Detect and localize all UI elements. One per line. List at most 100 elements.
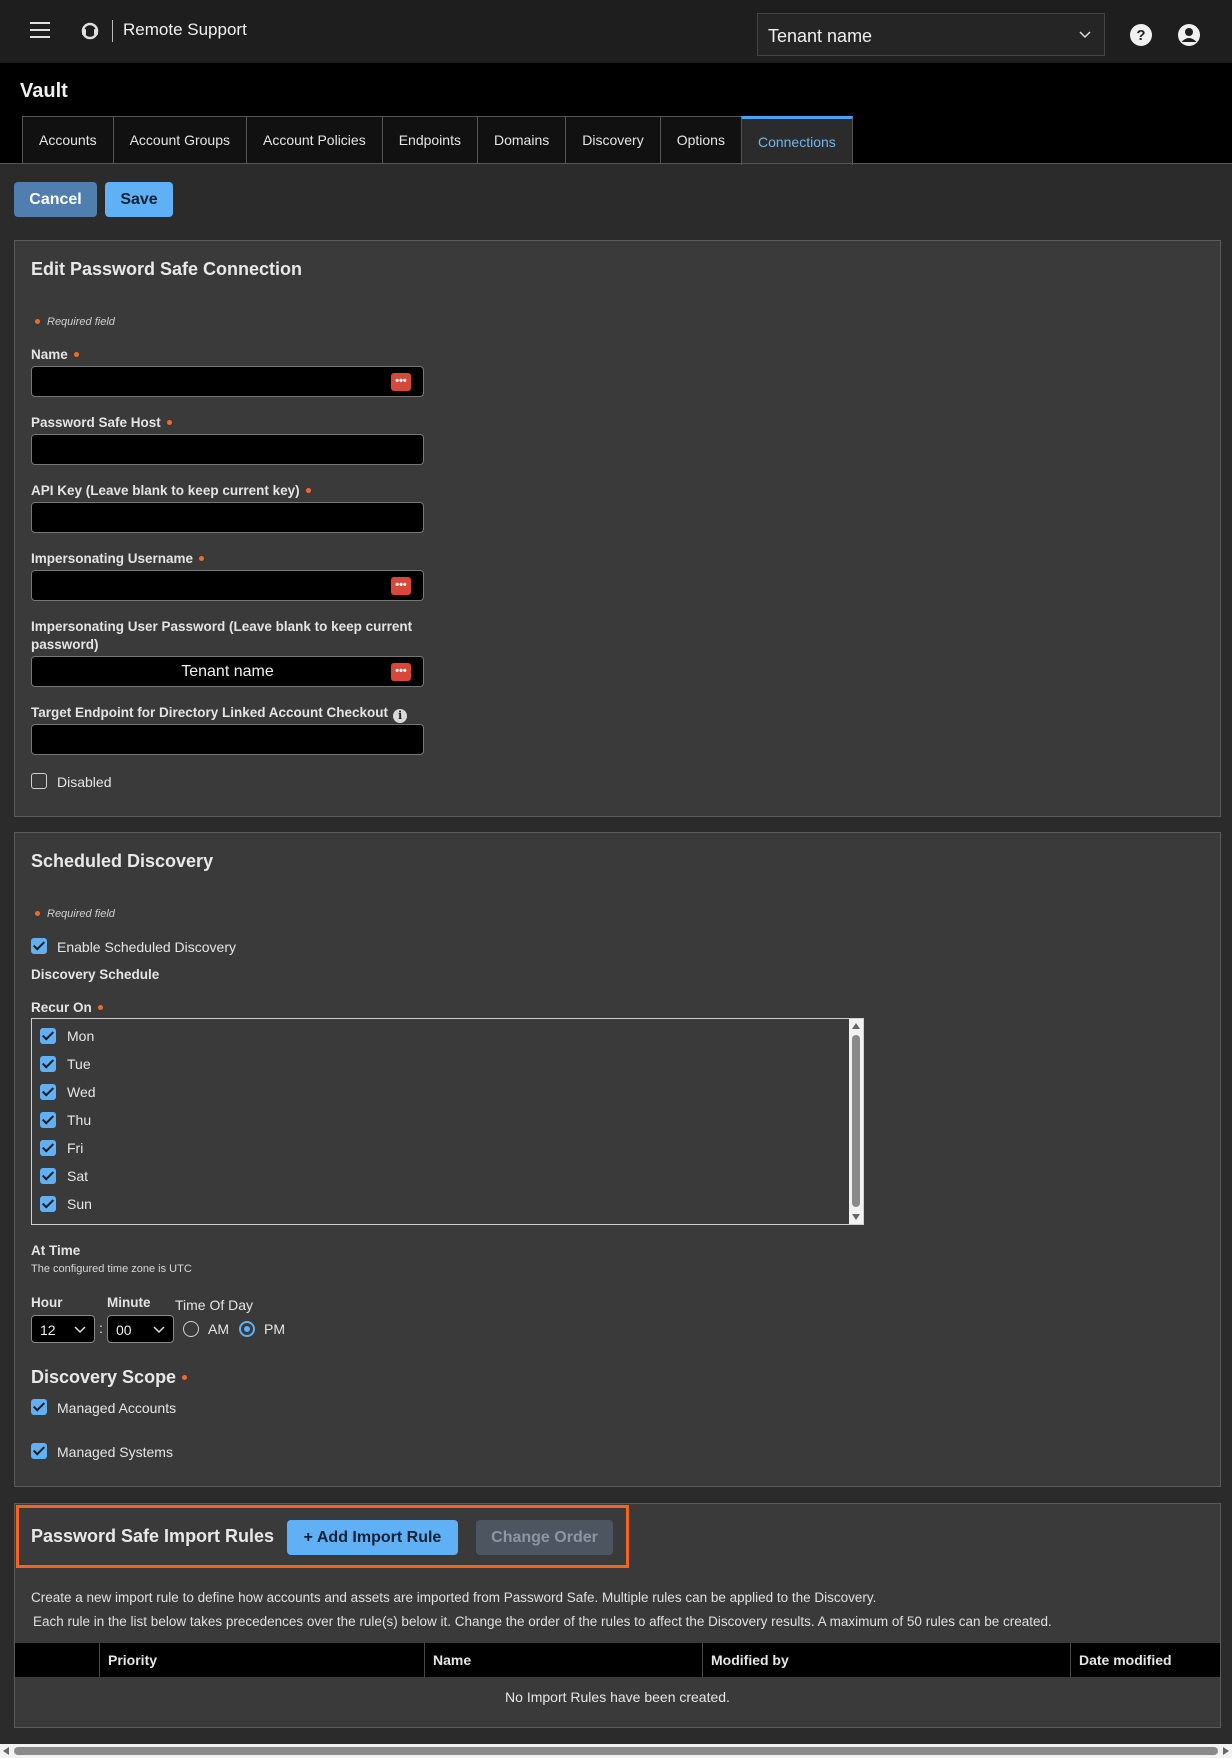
required-dot — [35, 910, 40, 916]
tab-connections[interactable]: Connections — [740, 116, 853, 165]
required-note: Required field — [47, 316, 115, 328]
impersonating-password-label: Impersonating User Password (Leave blank… — [31, 619, 413, 652]
top-bar: Remote Support Tenant name ? — [0, 0, 1232, 63]
tab-endpoints[interactable]: Endpoints — [381, 116, 478, 163]
brand-separator — [112, 20, 113, 42]
name-field[interactable]: ••• — [31, 366, 424, 397]
change-order-button[interactable]: Change Order — [476, 1520, 613, 1555]
support-logo-icon — [81, 22, 99, 40]
edit-connection-panel: Edit Password Safe Connection Required f… — [14, 240, 1221, 817]
column-header-date-modified[interactable]: Date modified — [1070, 1643, 1220, 1677]
column-header-priority[interactable]: Priority — [99, 1643, 424, 1677]
column-header-modified-by[interactable]: Modified by — [702, 1643, 1070, 1677]
hour-value: 12 — [40, 1322, 56, 1338]
required-note: Required field — [47, 908, 115, 920]
name-label: Name — [31, 346, 79, 364]
import-rules-description: Create a new import rule to define how a… — [31, 1590, 877, 1605]
api-key-field[interactable] — [31, 502, 424, 533]
add-import-rule-button[interactable]: + Add Import Rule — [287, 1520, 458, 1555]
day-checkbox-fri[interactable] — [40, 1140, 56, 1156]
edit-connection-title: Edit Password Safe Connection — [31, 259, 303, 279]
tab-account-policies[interactable]: Account Policies — [245, 116, 383, 163]
column-header-select — [15, 1643, 99, 1677]
impersonating-password-field[interactable]: Tenant name ••• — [31, 656, 424, 687]
horizontal-scrollbar[interactable] — [0, 1744, 1232, 1758]
list-scrollbar[interactable] — [849, 1019, 863, 1224]
disabled-label: Disabled — [57, 774, 112, 790]
tab-discovery[interactable]: Discovery — [565, 116, 661, 163]
save-button[interactable]: Save — [105, 182, 173, 217]
impersonating-password-value: Tenant name — [181, 663, 274, 680]
am-label: AM — [208, 1321, 229, 1337]
tab-bar: Accounts Account Groups Account Policies… — [22, 116, 853, 165]
hour-select[interactable]: 12 — [31, 1315, 95, 1343]
tab-account-groups[interactable]: Account Groups — [112, 116, 247, 163]
managed-accounts-checkbox[interactable] — [31, 1399, 47, 1415]
scheduled-discovery-title: Scheduled Discovery — [31, 851, 214, 871]
chevron-down-icon — [1079, 31, 1091, 39]
hour-label: Hour — [31, 1295, 63, 1310]
tenant-select-value: Tenant name — [768, 26, 873, 46]
pm-label: PM — [264, 1321, 285, 1337]
tab-accounts[interactable]: Accounts — [22, 116, 114, 163]
help-icon[interactable]: ? — [1129, 23, 1153, 47]
info-icon[interactable]: i — [393, 709, 408, 723]
empty-table-message: No Import Rules have been created. — [505, 1689, 730, 1705]
enable-discovery-label: Enable Scheduled Discovery — [57, 939, 236, 955]
password-manager-icon[interactable]: ••• — [391, 663, 411, 681]
at-time-label: At Time — [31, 1243, 81, 1258]
required-dot — [35, 318, 40, 324]
host-field[interactable] — [31, 434, 424, 465]
day-checkbox-sun[interactable] — [40, 1196, 56, 1212]
column-header-name[interactable]: Name — [424, 1643, 702, 1677]
enable-discovery-checkbox[interactable] — [31, 938, 47, 954]
scheduled-discovery-panel: Scheduled Discovery Required field Enabl… — [14, 832, 1221, 1487]
minute-select[interactable]: 00 — [107, 1315, 174, 1343]
import-rules-panel: Password Safe Import Rules + Add Import … — [14, 1503, 1221, 1728]
recur-on-list[interactable]: Mon Tue Wed Thu Fri Sat Sun — [31, 1018, 864, 1225]
timezone-note: The configured time zone is UTC — [31, 1263, 192, 1275]
minute-value: 00 — [116, 1322, 132, 1338]
day-checkbox-tue[interactable] — [40, 1056, 56, 1072]
chevron-down-icon — [153, 1326, 165, 1334]
user-avatar-icon[interactable] — [1177, 23, 1201, 47]
target-endpoint-field[interactable] — [31, 724, 424, 755]
am-radio[interactable] — [183, 1321, 199, 1337]
managed-systems-checkbox[interactable] — [31, 1443, 47, 1459]
day-checkbox-sat[interactable] — [40, 1168, 56, 1184]
discovery-scope-title: Discovery Scope — [31, 1367, 188, 1388]
hamburger-menu-icon[interactable] — [30, 22, 50, 38]
table-header: Priority Name Modified by Date modified — [15, 1643, 1220, 1677]
recur-on-label: Recur On — [31, 999, 103, 1017]
import-rules-description-2: Each rule in the list below takes preced… — [33, 1614, 1052, 1629]
password-manager-icon[interactable]: ••• — [391, 577, 411, 595]
pm-radio[interactable] — [239, 1321, 255, 1337]
brand-name: Remote Support — [123, 20, 247, 39]
discovery-schedule-heading: Discovery Schedule — [31, 967, 160, 982]
day-checkbox-thu[interactable] — [40, 1112, 56, 1128]
impersonating-username-label: Impersonating Username — [31, 550, 205, 568]
day-checkbox-mon[interactable] — [40, 1028, 56, 1044]
day-checkbox-wed[interactable] — [40, 1084, 56, 1100]
import-rules-title: Password Safe Import Rules — [31, 1526, 275, 1546]
time-of-day-label: Time Of Day — [175, 1297, 254, 1313]
managed-accounts-label: Managed Accounts — [57, 1400, 177, 1416]
page-title: Vault — [20, 80, 68, 102]
tab-domains[interactable]: Domains — [476, 116, 567, 163]
chevron-down-icon — [74, 1326, 86, 1334]
tab-options[interactable]: Options — [659, 116, 742, 163]
managed-systems-label: Managed Systems — [57, 1444, 173, 1460]
tabs-divider — [0, 163, 1232, 164]
disabled-checkbox[interactable] — [31, 773, 47, 789]
password-manager-icon[interactable]: ••• — [391, 373, 411, 391]
svg-text:?: ? — [1136, 27, 1145, 44]
time-separator: : — [99, 1320, 103, 1336]
target-endpoint-label: Target Endpoint for Directory Linked Acc… — [31, 704, 408, 723]
tenant-select[interactable]: Tenant name — [757, 13, 1105, 56]
cancel-button[interactable]: Cancel — [14, 182, 97, 217]
host-label: Password Safe Host — [31, 414, 172, 432]
impersonating-username-field[interactable]: ••• — [31, 570, 424, 601]
minute-label: Minute — [107, 1295, 151, 1310]
vault-header: Vault Accounts Account Groups Account Po… — [0, 63, 1232, 165]
api-key-label: API Key (Leave blank to keep current key… — [31, 482, 311, 500]
